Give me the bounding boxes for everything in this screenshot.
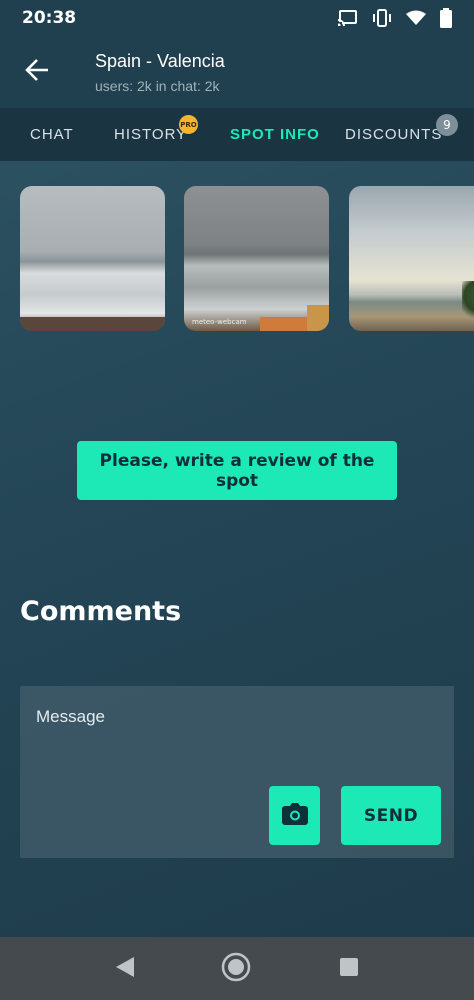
photo-palm [462,281,474,331]
spot-photo-2[interactable]: meteo-webcam [184,186,329,331]
tab-history[interactable]: HISTORY [114,108,187,161]
tab-chat[interactable]: CHAT [30,108,74,161]
app-header: Spain - Valencia users: 2k in chat: 2k [0,36,474,108]
camera-icon [281,802,308,829]
tab-spot-info-label: SPOT INFO [230,126,320,143]
photo-shore [20,317,165,331]
tab-chat-label: CHAT [30,126,74,143]
send-button[interactable]: SEND [341,786,441,845]
recents-square-icon [338,956,360,982]
home-circle-icon [221,952,251,986]
users-count: users: 2k in chat: 2k [95,77,220,94]
tab-spot-info[interactable]: SPOT INFO [230,108,320,161]
wifi-icon [406,10,426,26]
vibrate-icon [372,9,392,27]
status-icons [338,8,452,28]
tab-discounts-label: DISCOUNTS [345,126,443,143]
tab-history-label: HISTORY [114,126,188,143]
tab-bar: CHAT HISTORY PRO SPOT INFO DISCOUNTS 9 [0,108,474,161]
cast-icon [338,10,358,26]
system-nav-bar [0,937,474,1000]
nav-back-button[interactable] [111,955,139,983]
arrow-left-icon [24,58,50,86]
spot-title: Spain - Valencia [95,50,225,71]
camera-button[interactable] [269,786,320,845]
photo-watermark: meteo-webcam [192,318,247,326]
tab-discounts[interactable]: DISCOUNTS [345,108,442,161]
write-review-button[interactable]: Please, write a review of the spot [77,441,397,500]
send-label: SEND [363,805,419,826]
comments-title: Comments [20,596,182,627]
photo-hut [260,317,310,331]
back-triangle-icon [114,955,136,983]
status-bar: 20:38 [0,0,474,36]
message-input[interactable] [36,702,436,732]
photo-carousel[interactable]: meteo-webcam [0,186,474,332]
nav-recents-button[interactable] [335,955,363,983]
spot-photo-1[interactable] [20,186,165,331]
nav-home-button[interactable] [221,952,251,986]
header-titles: Spain - Valencia users: 2k in chat: 2k [95,51,225,94]
photo-building [307,305,329,331]
discounts-count-badge: 9 [436,114,458,136]
pro-badge: PRO [179,115,198,134]
back-button[interactable] [23,58,51,86]
message-composer: SEND [20,686,454,858]
spot-photo-3[interactable] [349,186,474,331]
battery-icon [440,8,452,28]
status-time: 20:38 [22,8,77,28]
